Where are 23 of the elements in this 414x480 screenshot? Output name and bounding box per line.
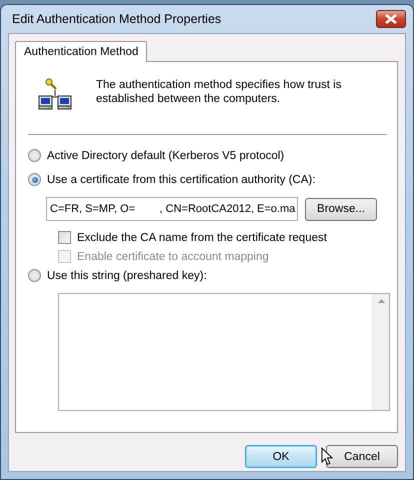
ok-button[interactable]: OK bbox=[245, 445, 317, 468]
networked-computers-icon bbox=[38, 78, 72, 110]
radio-label: Active Directory default (Kerberos V5 protocol) bbox=[47, 150, 284, 162]
description-text: The authentication method specifies how trust is established between the computers. bbox=[96, 78, 342, 106]
radio-label: Use this string (preshared key): bbox=[47, 270, 207, 282]
radio-button[interactable] bbox=[28, 173, 41, 186]
preshared-key-field[interactable] bbox=[58, 293, 390, 411]
scrollbar[interactable] bbox=[372, 294, 389, 410]
checkbox-label: Enable certificate to account mapping bbox=[77, 250, 269, 262]
mouse-pointer-icon bbox=[321, 447, 333, 466]
radio-label: Use a certificate from this certification authority (CA): bbox=[47, 174, 316, 186]
certificate-field[interactable]: C=FR, S=MP, O= , CN=RootCA2012, E=o.ma bbox=[46, 197, 298, 221]
radio-button[interactable] bbox=[28, 149, 41, 162]
checkbox[interactable] bbox=[58, 231, 71, 244]
radio-button[interactable] bbox=[28, 269, 41, 282]
tab[interactable]: Authentication Method bbox=[15, 41, 148, 62]
window-title: Edit Authentication Method Properties bbox=[12, 12, 222, 26]
cancel-button[interactable]: Cancel bbox=[326, 445, 398, 468]
checkbox-label: Exclude the CA name from the certificate request bbox=[77, 232, 327, 244]
scroll-up-icon[interactable] bbox=[378, 299, 384, 303]
close-icon bbox=[385, 14, 397, 24]
browse-button[interactable]: Browse... bbox=[305, 198, 377, 220]
close-button[interactable] bbox=[376, 10, 406, 28]
